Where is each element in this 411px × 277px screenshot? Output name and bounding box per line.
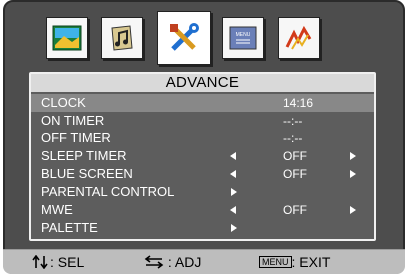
menu-item-palette[interactable]: PALETTE	[31, 219, 374, 237]
submenu-arrow-icon[interactable]	[231, 188, 237, 196]
svg-text:MENU: MENU	[236, 32, 251, 38]
key-hint-bar: : SEL : ADJ MENU: EXIT	[3, 249, 405, 274]
select-hint-label: : SEL	[50, 254, 85, 270]
arrow-right-icon[interactable]	[350, 206, 356, 214]
tools-icon	[170, 23, 199, 51]
exit-hint-label: : EXIT	[291, 254, 331, 270]
menu-item-label: MWE	[41, 202, 73, 217]
menu-item-value: OFF	[283, 167, 307, 181]
up-down-arrows-icon	[32, 254, 48, 270]
arrow-right-icon[interactable]	[350, 152, 356, 160]
menu-item-label: CLOCK	[41, 95, 86, 110]
arrow-left-icon[interactable]	[230, 206, 236, 214]
menu-item-value: OFF	[283, 203, 307, 217]
menu-item-label: PARENTAL CONTROL	[41, 184, 175, 199]
menu-item-value: --:--	[283, 131, 303, 145]
setup-tab[interactable]: MENU	[222, 17, 264, 59]
adjust-hint: : ADJ	[144, 250, 201, 274]
menu-item-off-timer[interactable]: OFF TIMER --:--	[31, 129, 374, 147]
menu-item-label: OFF TIMER	[41, 130, 111, 145]
menu-item-value: OFF	[283, 149, 307, 163]
menu-item-value: --:--	[283, 114, 303, 128]
menu-item-value: 14:16	[283, 96, 314, 110]
menu-item-label: BLUE SCREEN	[41, 166, 133, 181]
select-hint: : SEL	[32, 250, 84, 274]
menu-item-label: SLEEP TIMER	[41, 148, 127, 163]
arrow-left-icon[interactable]	[230, 152, 236, 160]
exit-hint: MENU: EXIT	[259, 250, 330, 274]
menu-item-label: PALETTE	[41, 220, 98, 235]
menu-item-blue-screen[interactable]: BLUE SCREEN OFF	[31, 165, 374, 183]
arrow-left-icon[interactable]	[230, 170, 236, 178]
menu-list: CLOCK 14:16 ON TIMER --:-- OFF TIMER --:…	[31, 92, 374, 239]
adjust-hint-label: : ADJ	[167, 254, 202, 270]
menu-item-clock[interactable]: CLOCK 14:16	[31, 94, 374, 112]
menu-key-icon: MENU	[259, 256, 292, 268]
antenna-icon	[285, 25, 312, 50]
panel-title: ADVANCE	[31, 74, 374, 92]
submenu-arrow-icon[interactable]	[231, 224, 237, 232]
menu-item-mwe[interactable]: MWE OFF	[31, 201, 374, 219]
antenna-tab[interactable]	[278, 17, 320, 59]
menu-item-label: ON TIMER	[41, 113, 105, 128]
tools-tab[interactable]	[157, 11, 211, 65]
menu-item-sleep-timer[interactable]: SLEEP TIMER OFF	[31, 147, 374, 165]
left-right-arrows-icon	[144, 255, 164, 269]
arrow-right-icon[interactable]	[350, 170, 356, 178]
audio-icon	[111, 25, 133, 51]
audio-tab[interactable]	[101, 17, 143, 59]
menu-item-on-timer[interactable]: ON TIMER --:--	[31, 112, 374, 130]
picture-icon	[52, 25, 82, 51]
picture-tab[interactable]	[46, 17, 88, 59]
menu-setup-icon: MENU	[229, 26, 257, 50]
advance-menu-panel: ADVANCE CLOCK 14:16 ON TIMER --:-- OFF T…	[29, 72, 376, 241]
menu-item-parental-control[interactable]: PARENTAL CONTROL	[31, 183, 374, 201]
